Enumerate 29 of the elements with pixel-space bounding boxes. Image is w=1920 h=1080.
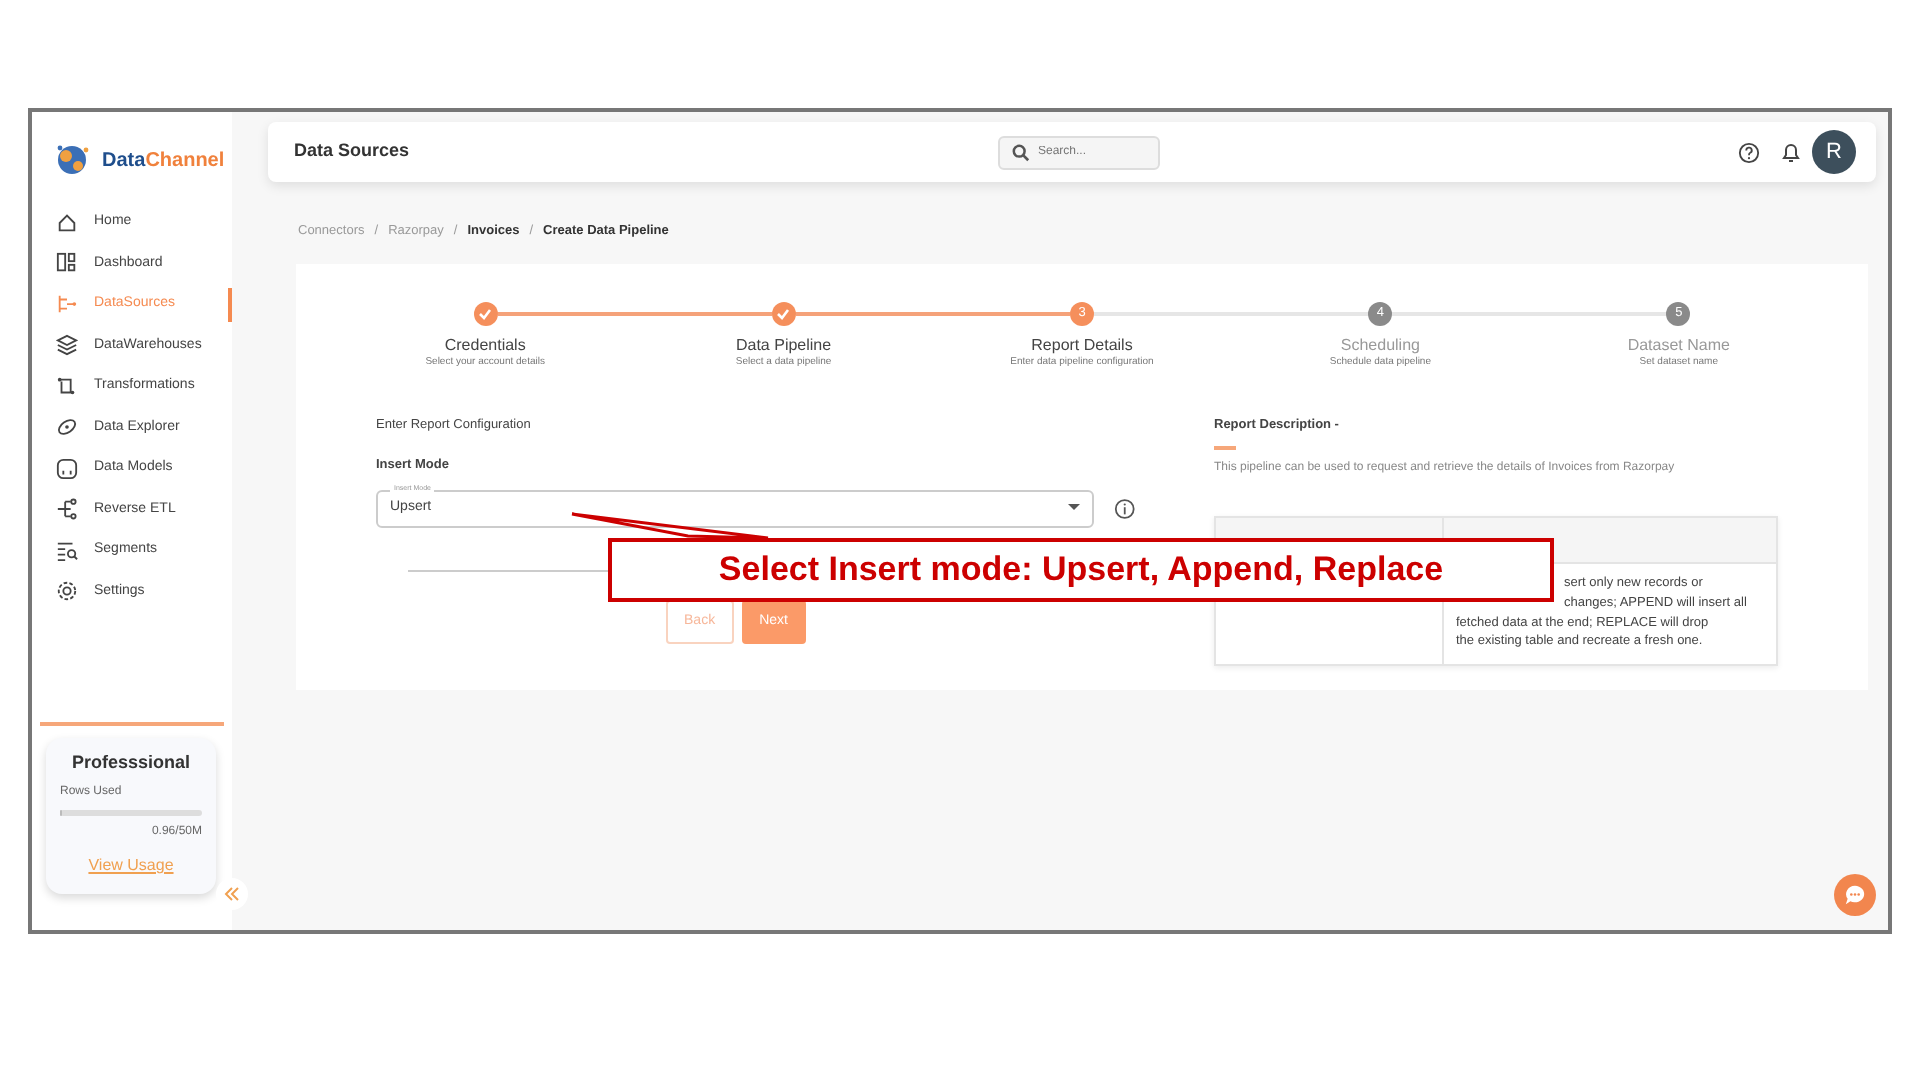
logo-icon <box>52 142 92 178</box>
user-avatar[interactable]: R <box>1812 130 1856 174</box>
step-label: Scheduling <box>1340 338 1420 356</box>
double-chevron-icon <box>224 886 240 902</box>
search-icon <box>1012 143 1030 161</box>
plan-name: Professsional <box>69 749 193 775</box>
step-label: Dataset Name <box>1627 338 1730 356</box>
dashboard-icon <box>56 252 78 275</box>
bell-icon[interactable] <box>1782 141 1800 163</box>
model-icon <box>56 457 78 480</box>
help-icon[interactable] <box>1738 141 1760 163</box>
chat-icon <box>1844 884 1866 906</box>
step-label: Data Pipeline <box>735 338 832 356</box>
step-label: Report Details <box>1031 338 1133 356</box>
chat-button[interactable] <box>1834 874 1876 916</box>
list-search-icon <box>56 539 78 562</box>
loop-icon <box>56 375 78 398</box>
orbit-icon <box>56 416 78 439</box>
info-icon[interactable] <box>1114 497 1136 520</box>
step-label: Credentials <box>444 338 526 356</box>
settings-icon <box>56 580 78 603</box>
dropdown-caret-icon <box>1068 504 1081 513</box>
home-icon <box>56 211 78 234</box>
branch-icon <box>56 498 78 521</box>
callout-text: Select Insert mode: Upsert, Append, Replace <box>608 538 1554 602</box>
branch-icon <box>56 293 78 316</box>
page-title: Data Sources <box>294 138 412 165</box>
layers-icon <box>56 334 78 357</box>
logo-text: DataChannel <box>102 147 225 175</box>
